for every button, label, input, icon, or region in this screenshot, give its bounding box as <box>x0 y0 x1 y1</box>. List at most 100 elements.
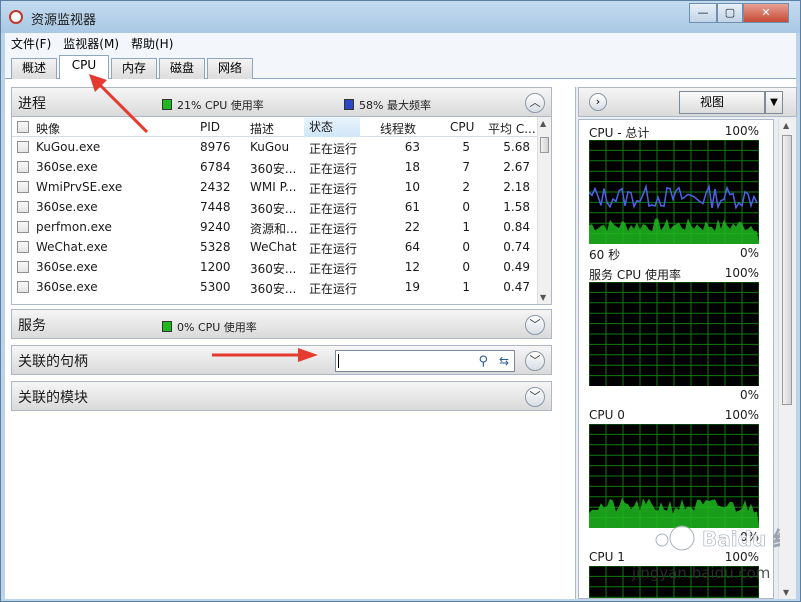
table-row[interactable]: 360se.exe 5300 360安... 正在运行 19 1 0.47 <box>12 277 539 297</box>
col-avg-cpu[interactable]: 平均 C... <box>488 120 536 137</box>
expand-icon[interactable]: ﹀ <box>525 387 545 407</box>
row-checkbox[interactable] <box>17 141 29 153</box>
modules-header[interactable]: 关联的模块 ﹀ <box>11 381 552 411</box>
baidu-watermark: Baidu 经验 jingyan.baidu.com <box>631 525 780 582</box>
processes-header[interactable]: 进程 21% CPU 使用率 58% 最大频率 ︿ <box>11 87 552 117</box>
table-row[interactable]: perfmon.exe 9240 资源和... 正在运行 22 1 0.84 <box>12 217 539 237</box>
cell-cpu: 2 <box>462 180 470 194</box>
cell-cpu: 1 <box>462 220 470 234</box>
cell-avg: 2.18 <box>503 180 530 194</box>
col-pid[interactable]: PID <box>200 120 220 134</box>
table-row[interactable]: 360se.exe 7448 360安... 正在运行 61 0 1.58 <box>12 197 539 217</box>
view-dropdown-icon[interactable]: ▼ <box>765 91 783 114</box>
search-icon[interactable]: ⚲ <box>478 354 488 369</box>
expand-icon[interactable]: ﹀ <box>525 351 545 371</box>
expand-icon[interactable]: ﹀ <box>525 315 545 335</box>
table-row[interactable]: KuGou.exe 8976 KuGou 正在运行 63 5 5.68 <box>12 137 539 157</box>
graph-min: 0% <box>739 388 759 402</box>
scroll-thumb[interactable] <box>782 135 792 405</box>
freq-blue-swatch <box>344 99 354 110</box>
cell-threads: 64 <box>404 240 420 254</box>
graph-timespan: 60 秒 <box>589 248 621 262</box>
table-row[interactable]: WmiPrvSE.exe 2432 WMI P... 正在运行 10 2 2.18 <box>12 177 539 197</box>
cell-image: 360se.exe <box>36 280 98 294</box>
cell-desc: KuGou <box>250 140 290 154</box>
refresh-search-icon[interactable]: ⇆ <box>499 354 509 368</box>
cell-avg: 0.74 <box>503 240 530 254</box>
col-image[interactable]: 映像 <box>36 120 60 137</box>
services-cpu-graph <box>589 282 759 386</box>
row-checkbox[interactable] <box>17 221 29 233</box>
tab-network[interactable]: 网络 <box>207 58 253 79</box>
cell-avg: 0.84 <box>503 220 530 234</box>
maximize-button[interactable]: ▢ <box>717 3 743 23</box>
tab-disk[interactable]: 磁盘 <box>159 58 205 79</box>
col-status[interactable]: 状态 <box>304 117 360 137</box>
select-all-checkbox[interactable] <box>17 121 29 133</box>
graph-max: 100% <box>724 124 759 138</box>
menu-monitor[interactable]: 监视器(M) <box>57 33 125 54</box>
cell-image: KuGou.exe <box>36 140 101 154</box>
watermark-text: jingyan.baidu.com <box>631 564 770 582</box>
cell-threads: 63 <box>404 140 420 154</box>
graph-title: CPU 1 <box>589 550 625 564</box>
max-freq-indicator: 58% 最大频率 <box>344 97 431 113</box>
scroll-down-icon[interactable]: ▼ <box>540 293 546 302</box>
handles-search-input[interactable]: ⚲ ⇆ <box>335 350 515 372</box>
collapse-icon[interactable]: ︿ <box>525 93 545 113</box>
process-scrollbar[interactable]: ▲ ▼ <box>537 117 551 304</box>
row-checkbox[interactable] <box>17 281 29 293</box>
cell-cpu: 0 <box>462 200 470 214</box>
tab-memory[interactable]: 内存 <box>111 58 157 79</box>
scroll-up-icon[interactable]: ▲ <box>783 121 789 130</box>
cell-desc: 360安... <box>250 162 297 176</box>
cell-cpu: 7 <box>462 160 470 174</box>
scroll-thumb[interactable] <box>540 137 549 153</box>
processes-title: 进程 <box>18 96 46 112</box>
minimize-button[interactable]: — <box>689 3 717 23</box>
handles-title: 关联的句柄 <box>18 354 88 370</box>
row-checkbox[interactable] <box>17 261 29 273</box>
cell-threads: 61 <box>404 200 420 214</box>
view-button[interactable]: 视图 <box>679 91 765 114</box>
row-checkbox[interactable] <box>17 161 29 173</box>
services-title: 服务 <box>18 318 46 334</box>
graph-min: 0% <box>739 246 759 260</box>
tab-overview[interactable]: 概述 <box>11 58 57 79</box>
cell-desc: 360安... <box>250 202 297 216</box>
graph-scrollbar[interactable]: ▲ ▼ <box>778 119 795 599</box>
table-row[interactable]: 360se.exe 6784 360安... 正在运行 18 7 2.67 <box>12 157 539 177</box>
menu-help[interactable]: 帮助(H) <box>125 33 179 54</box>
table-row[interactable]: WeChat.exe 5328 WeChat 正在运行 64 0 0.74 <box>12 237 539 257</box>
cell-status: 正在运行 <box>309 142 358 156</box>
cell-threads: 12 <box>404 260 420 274</box>
close-button[interactable]: ✕ <box>743 3 789 23</box>
handles-header[interactable]: 关联的句柄 ⚲ ⇆ ﹀ <box>11 345 552 375</box>
cell-image: 360se.exe <box>36 200 98 214</box>
menu-file[interactable]: 文件(F) <box>5 33 57 54</box>
cell-avg: 5.68 <box>503 140 530 154</box>
cell-status: 正在运行 <box>309 282 358 296</box>
row-checkbox[interactable] <box>17 241 29 253</box>
app-icon <box>9 10 23 24</box>
row-checkbox[interactable] <box>17 201 29 213</box>
col-cpu[interactable]: CPU <box>450 120 474 134</box>
graph-title: CPU 0 <box>589 408 625 422</box>
cell-pid: 8976 <box>200 140 231 154</box>
cell-status: 正在运行 <box>309 242 358 256</box>
table-row[interactable]: 360se.exe 1200 360安... 正在运行 12 0 0.49 <box>12 257 539 277</box>
services-header[interactable]: 服务 0% CPU 使用率 ﹀ <box>11 309 552 339</box>
scroll-down-icon[interactable]: ▼ <box>783 588 789 597</box>
chevron-right-icon[interactable]: › <box>589 93 607 111</box>
cell-pid: 2432 <box>200 180 231 194</box>
scroll-up-icon[interactable]: ▲ <box>540 119 546 128</box>
process-table: 映像 PID 描述 状态 线程数 CPU 平均 C... KuGou.exe 89… <box>11 117 552 305</box>
cell-image: 360se.exe <box>36 260 98 274</box>
row-checkbox[interactable] <box>17 181 29 193</box>
cpu-green-swatch <box>162 99 172 110</box>
cell-desc: WeChat <box>250 240 297 254</box>
col-desc[interactable]: 描述 <box>250 120 274 137</box>
left-pane: 进程 21% CPU 使用率 58% 最大频率 ︿ 映像 PID 描述 状态 线… <box>11 87 552 599</box>
col-threads[interactable]: 线程数 <box>380 120 416 137</box>
tab-cpu[interactable]: CPU <box>59 55 109 80</box>
